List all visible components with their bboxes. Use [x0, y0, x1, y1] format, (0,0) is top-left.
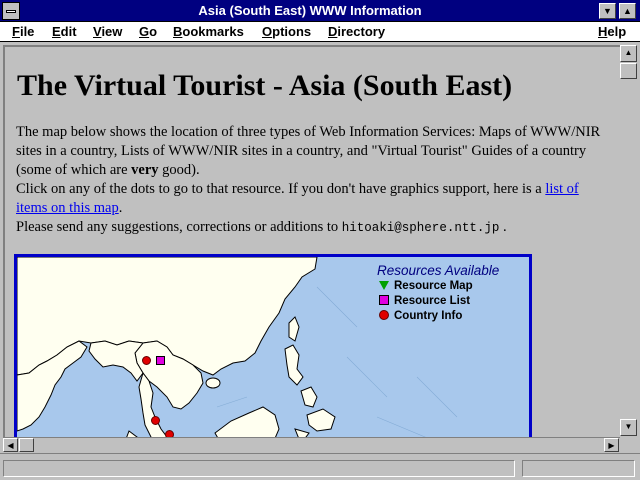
legend-title: Resources Available: [377, 263, 500, 278]
clickable-map[interactable]: Resources Available Resource Map Resourc…: [14, 254, 532, 437]
horizontal-scrollbar[interactable]: ◀ ▶: [3, 437, 620, 452]
scroll-right-icon[interactable]: ▶: [604, 438, 619, 452]
legend-country-info: Country Info: [379, 309, 499, 323]
contact-paragraph: Please send any suggestions, corrections…: [16, 219, 507, 235]
scroll-up-icon[interactable]: ▲: [620, 45, 637, 62]
horizontal-scroll-thumb[interactable]: [19, 438, 34, 452]
menu-go[interactable]: Go: [139, 24, 157, 39]
page-title: The Virtual Tourist - Asia (South East): [17, 69, 513, 102]
red-circle-icon: [379, 310, 389, 320]
green-triangle-icon: [379, 281, 389, 290]
thailand-resource-list-dot[interactable]: [156, 356, 165, 365]
menu-file[interactable]: File: [12, 24, 34, 39]
scroll-left-icon[interactable]: ◀: [3, 438, 18, 452]
vertical-scroll-thumb[interactable]: [620, 63, 637, 79]
singapore-country-info-dot[interactable]: [165, 430, 174, 437]
menu-edit[interactable]: Edit: [52, 24, 77, 39]
status-bar: [0, 453, 640, 480]
vertical-scrollbar[interactable]: ▲ ▼: [620, 45, 637, 437]
menu-bar: File Edit View Go Bookmarks Options Dire…: [0, 22, 640, 42]
menu-bookmarks[interactable]: Bookmarks: [173, 24, 244, 39]
legend-resource-list: Resource List: [379, 294, 499, 308]
menu-options[interactable]: Options: [262, 24, 311, 39]
menu-help[interactable]: Help: [598, 24, 626, 39]
legend-resource-map: Resource Map: [379, 279, 499, 293]
minimize-button[interactable]: ▼: [599, 3, 616, 19]
window-title: Asia (South East) WWW Information: [198, 3, 422, 18]
title-bar: Asia (South East) WWW Information ▼ ▲: [0, 0, 640, 22]
map-legend: Resources Available Resource Map Resourc…: [377, 263, 499, 323]
intro-bold: very: [131, 162, 159, 178]
scroll-down-icon[interactable]: ▼: [620, 419, 637, 436]
magenta-square-icon: [379, 295, 389, 305]
progress-indicator: [522, 460, 635, 477]
intro-paragraph: The map below shows the location of thre…: [16, 124, 601, 178]
menu-view[interactable]: View: [93, 24, 122, 39]
contact-email: hitoaki@sphere.ntt.jp: [341, 221, 500, 235]
status-text-field: [3, 460, 515, 477]
menu-directory[interactable]: Directory: [328, 24, 385, 39]
malaysia-country-info-dot[interactable]: [151, 416, 160, 425]
thailand-country-info-dot[interactable]: [142, 356, 151, 365]
system-menu-icon[interactable]: [2, 2, 20, 20]
browser-window: Asia (South East) WWW Information ▼ ▲ Fi…: [0, 0, 640, 480]
scrollbar-corner: [620, 437, 637, 452]
document-view: The Virtual Tourist - Asia (South East) …: [3, 45, 620, 437]
maximize-button[interactable]: ▲: [619, 3, 636, 19]
click-paragraph: Click on any of the dots to go to that r…: [16, 181, 579, 216]
